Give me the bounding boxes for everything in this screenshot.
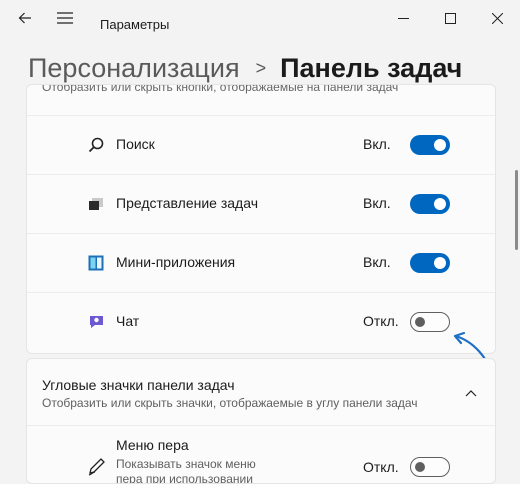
setting-row-widgets[interactable]: Мини-приложения Вкл. bbox=[27, 233, 495, 292]
pen-menu-toggle[interactable] bbox=[410, 457, 450, 477]
setting-description: Показывать значок меню пера при использо… bbox=[116, 457, 256, 484]
minimize-icon bbox=[397, 17, 409, 19]
app-title: Параметры bbox=[100, 17, 170, 32]
toggle-state-text: Откл. bbox=[363, 313, 399, 329]
taskbar-items-card: Отобразить или скрыть кнопки, отображаем… bbox=[26, 84, 496, 354]
corner-icons-card: Угловые значки панели задач Отобразить и… bbox=[26, 358, 496, 484]
search-toggle[interactable] bbox=[410, 135, 450, 155]
corner-icons-expander[interactable]: Угловые значки панели задач Отобразить и… bbox=[27, 359, 495, 425]
setting-label: Меню пера bbox=[116, 437, 189, 453]
section-subtitle: Отобразить или скрыть значки, отображаем… bbox=[42, 396, 418, 410]
back-arrow-icon bbox=[18, 12, 31, 24]
page-title: Панель задач bbox=[280, 52, 463, 83]
scrollbar-thumb[interactable] bbox=[515, 170, 518, 250]
task-view-toggle[interactable] bbox=[410, 194, 450, 214]
section-title: Угловые значки панели задач bbox=[42, 377, 235, 393]
close-icon bbox=[491, 12, 503, 24]
setting-row-chat[interactable]: Чат Откл. bbox=[27, 292, 495, 351]
breadcrumb: Персонализация > Панель задач bbox=[28, 48, 462, 88]
search-icon bbox=[87, 136, 105, 154]
setting-row-search[interactable]: Поиск Вкл. bbox=[27, 115, 495, 174]
toggle-state-text: Откл. bbox=[363, 459, 399, 475]
hamburger-menu-icon bbox=[57, 12, 73, 24]
widgets-icon bbox=[87, 254, 105, 272]
maximize-button[interactable] bbox=[427, 0, 473, 36]
toggle-state-text: Вкл. bbox=[363, 136, 391, 152]
maximize-icon bbox=[444, 12, 456, 24]
chat-icon bbox=[87, 313, 105, 331]
setting-row-pen-menu[interactable]: Меню пера Показывать значок меню пера пр… bbox=[27, 425, 495, 484]
task-view-icon bbox=[87, 195, 105, 213]
chevron-up-icon[interactable] bbox=[463, 385, 479, 401]
setting-label: Чат bbox=[116, 313, 140, 329]
toggle-state-text: Вкл. bbox=[363, 254, 391, 270]
setting-row-task-view[interactable]: Представление задач Вкл. bbox=[27, 174, 495, 233]
nav-menu-button[interactable] bbox=[42, 0, 88, 36]
toggle-state-text: Вкл. bbox=[363, 195, 391, 211]
breadcrumb-parent-link[interactable]: Персонализация bbox=[28, 53, 240, 84]
setting-label: Поиск bbox=[116, 136, 155, 152]
breadcrumb-separator-icon: > bbox=[255, 57, 267, 78]
section-description: Отобразить или скрыть кнопки, отображаем… bbox=[42, 84, 399, 94]
widgets-toggle[interactable] bbox=[410, 253, 450, 273]
chat-toggle[interactable] bbox=[410, 312, 450, 332]
setting-label: Представление задач bbox=[116, 195, 258, 211]
minimize-button[interactable] bbox=[380, 0, 426, 36]
setting-label: Мини-приложения bbox=[116, 254, 236, 270]
pen-icon bbox=[87, 456, 107, 476]
title-bar: Параметры bbox=[0, 0, 520, 46]
close-button[interactable] bbox=[474, 0, 520, 36]
